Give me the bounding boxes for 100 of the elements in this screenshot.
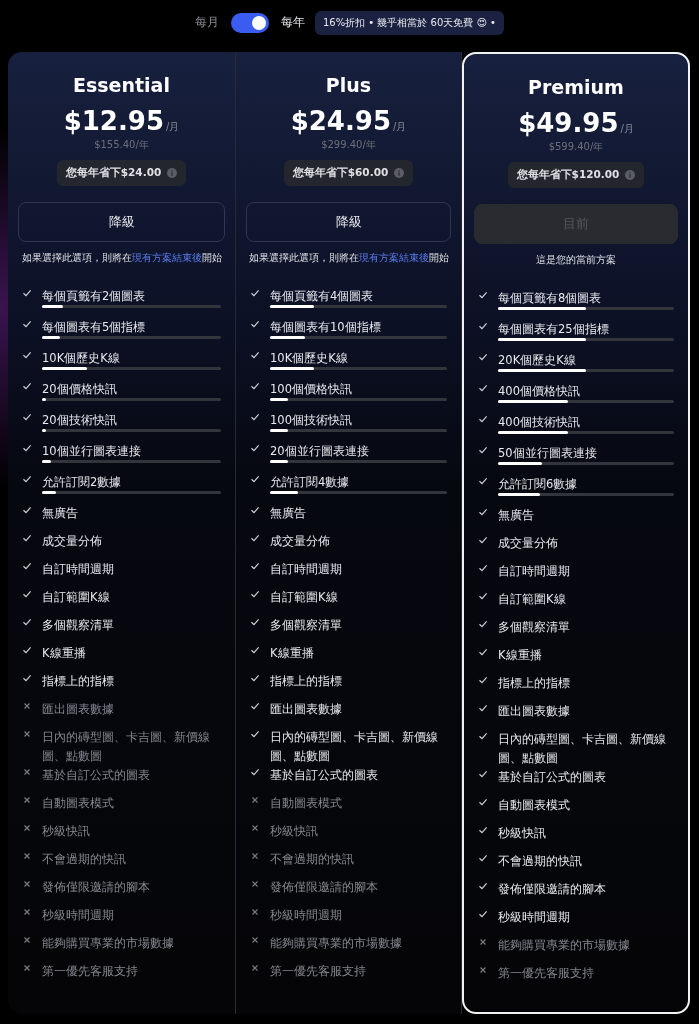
yearly-price: $155.40/年	[93, 138, 150, 152]
plan-note: 如果選擇此選項，則將在現有方案結束後開始	[20, 251, 223, 265]
feature-text: 多個觀察清單	[42, 618, 114, 632]
discount-badge: 16%折扣 • 幾乎相當於 60天免費 😍 •	[314, 10, 505, 35]
feature-text: 指標上的指標	[42, 674, 114, 688]
feature-text: 20個並行圖表連接	[270, 444, 369, 458]
feature-text: 多個觀察清單	[498, 620, 570, 634]
feature-text: 不會過期的快訊	[42, 852, 126, 866]
feature-text: 秒級時間週期	[42, 908, 114, 922]
feature-text: 20個技術快訊	[42, 413, 117, 427]
feature-text: 每個圖表有10個指標	[270, 320, 381, 334]
feature-text: 10個並行圖表連接	[42, 444, 141, 458]
feature-text: 自訂範圍K線	[270, 590, 338, 604]
feature-text: 每個圖表有25個指標	[498, 322, 609, 336]
feature-text: 自訂時間週期	[498, 564, 570, 578]
plan-name: Essential	[72, 73, 171, 98]
feature-text: 成交量分佈	[42, 534, 102, 548]
plan-price: $24.95	[290, 106, 391, 136]
feature-text: 無廣告	[42, 506, 78, 520]
feature-text: 無廣告	[270, 506, 306, 520]
plan-note: 這是您的當前方案	[535, 253, 617, 267]
feature-text: 能夠購買專業的市場數據	[42, 936, 174, 950]
feature-text: 每個頁籤有8個圖表	[498, 291, 602, 305]
plan-button[interactable]: 降級	[246, 202, 451, 242]
savings-text: 您每年省下$24.00	[65, 166, 162, 180]
feature-text: 多個觀察清單	[270, 618, 342, 632]
feature-text: K線重播	[498, 648, 542, 662]
yearly-price: $599.40/年	[547, 140, 605, 154]
feature-text: 第一優先客服支持	[498, 966, 594, 980]
feature-text: 400個價格快訊	[498, 384, 580, 398]
feature-text: 不會過期的快訊	[270, 852, 354, 866]
feature-text: 秒級快訊	[42, 824, 90, 838]
info-icon[interactable]	[167, 168, 178, 178]
feature-text: 每個頁籤有2個圖表	[42, 289, 146, 303]
feature-text: K線重播	[42, 646, 86, 660]
feature-text: 自訂時間週期	[42, 562, 114, 576]
feature-text: 自動圖表模式	[42, 796, 114, 810]
feature-text: 不會過期的快訊	[498, 854, 582, 868]
feature-text: 成交量分佈	[270, 534, 330, 548]
feature-text: 秒級時間週期	[270, 908, 342, 922]
plan-price: $12.95	[63, 106, 164, 136]
feature-text: 基於自訂公式的圖表	[42, 768, 150, 782]
feature-text: 自訂範圍K線	[498, 592, 566, 606]
feature-text: 能夠購買專業的市場數據	[270, 936, 402, 950]
plan-price: $49.95	[518, 108, 619, 138]
feature-text: 日內的磚型圖、卡吉圖、新價線圖、點數圖	[42, 730, 210, 763]
feature-text: 秒級時間週期	[498, 910, 570, 924]
feature-text: 400個技術快訊	[498, 415, 580, 429]
feature-text: 允許訂閱4數據	[270, 475, 350, 489]
feature-text: 匯出圖表數據	[498, 704, 570, 718]
feature-text: 第一優先客服支持	[270, 964, 366, 978]
feature-text: 自訂時間週期	[270, 562, 342, 576]
feature-text: 指標上的指標	[498, 676, 570, 690]
feature-text: K線重播	[270, 646, 314, 660]
feature-text: 發佈僅限邀請的腳本	[270, 880, 378, 894]
feature-text: 發佈僅限邀請的腳本	[42, 880, 150, 894]
yearly-price: $299.40/年	[320, 138, 377, 152]
feature-text: 50個並行圖表連接	[498, 446, 597, 460]
feature-text: 10K個歷史K線	[42, 351, 120, 365]
feature-text: 20個價格快訊	[42, 382, 117, 396]
feature-text: 匯出圖表數據	[42, 702, 114, 716]
savings-text: 您每年省下$120.00	[516, 168, 620, 182]
feature-text: 秒級快訊	[270, 824, 318, 838]
price-period: /月	[393, 120, 407, 134]
plan-name: Premium	[527, 75, 625, 100]
info-icon[interactable]	[625, 170, 636, 180]
feature-text: 20K個歷史K線	[498, 353, 576, 367]
feature-text: 指標上的指標	[270, 674, 342, 688]
feature-text: 每個頁籤有4個圖表	[270, 289, 374, 303]
feature-text: 基於自訂公式的圖表	[498, 770, 606, 784]
feature-text: 發佈僅限邀請的腳本	[498, 882, 606, 896]
plan-name: Plus	[324, 73, 373, 98]
feature-text: 第一優先客服支持	[42, 964, 138, 978]
plan-note: 如果選擇此選項，則將在現有方案結束後開始	[247, 251, 450, 265]
yearly-label: 每年	[280, 14, 305, 31]
feature-text: 允許訂閱2數據	[42, 475, 122, 489]
feature-text: 自動圖表模式	[270, 796, 342, 810]
feature-text: 自訂範圍K線	[42, 590, 110, 604]
feature-text: 能夠購買專業的市場數據	[498, 938, 630, 952]
monthly-label: 每月	[194, 14, 219, 31]
feature-text: 匯出圖表數據	[270, 702, 342, 716]
price-period: /月	[166, 120, 180, 134]
feature-text: 允許訂閱6數據	[498, 477, 578, 491]
feature-text: 日內的磚型圖、卡吉圖、新價線圖、點數圖	[498, 732, 666, 765]
feature-text: 成交量分佈	[498, 536, 558, 550]
info-icon[interactable]	[394, 168, 405, 178]
current-plan-end-link[interactable]: 現有方案結束後	[131, 252, 202, 263]
price-period: /月	[620, 122, 634, 136]
feature-text: 無廣告	[498, 508, 534, 522]
feature-text: 100個價格快訊	[270, 382, 352, 396]
feature-text: 100個技術快訊	[270, 413, 352, 427]
plan-button[interactable]: 降級	[18, 202, 225, 242]
feature-text: 自動圖表模式	[498, 798, 570, 812]
current-plan-end-link[interactable]: 現有方案結束後	[358, 252, 429, 263]
feature-text: 每個圖表有5個指標	[42, 320, 146, 334]
feature-text: 基於自訂公式的圖表	[270, 768, 378, 782]
savings-text: 您每年省下$60.00	[292, 166, 389, 180]
billing-toggle[interactable]	[230, 12, 269, 33]
feature-text: 秒級快訊	[498, 826, 546, 840]
feature-text: 日內的磚型圖、卡吉圖、新價線圖、點數圖	[270, 730, 438, 763]
